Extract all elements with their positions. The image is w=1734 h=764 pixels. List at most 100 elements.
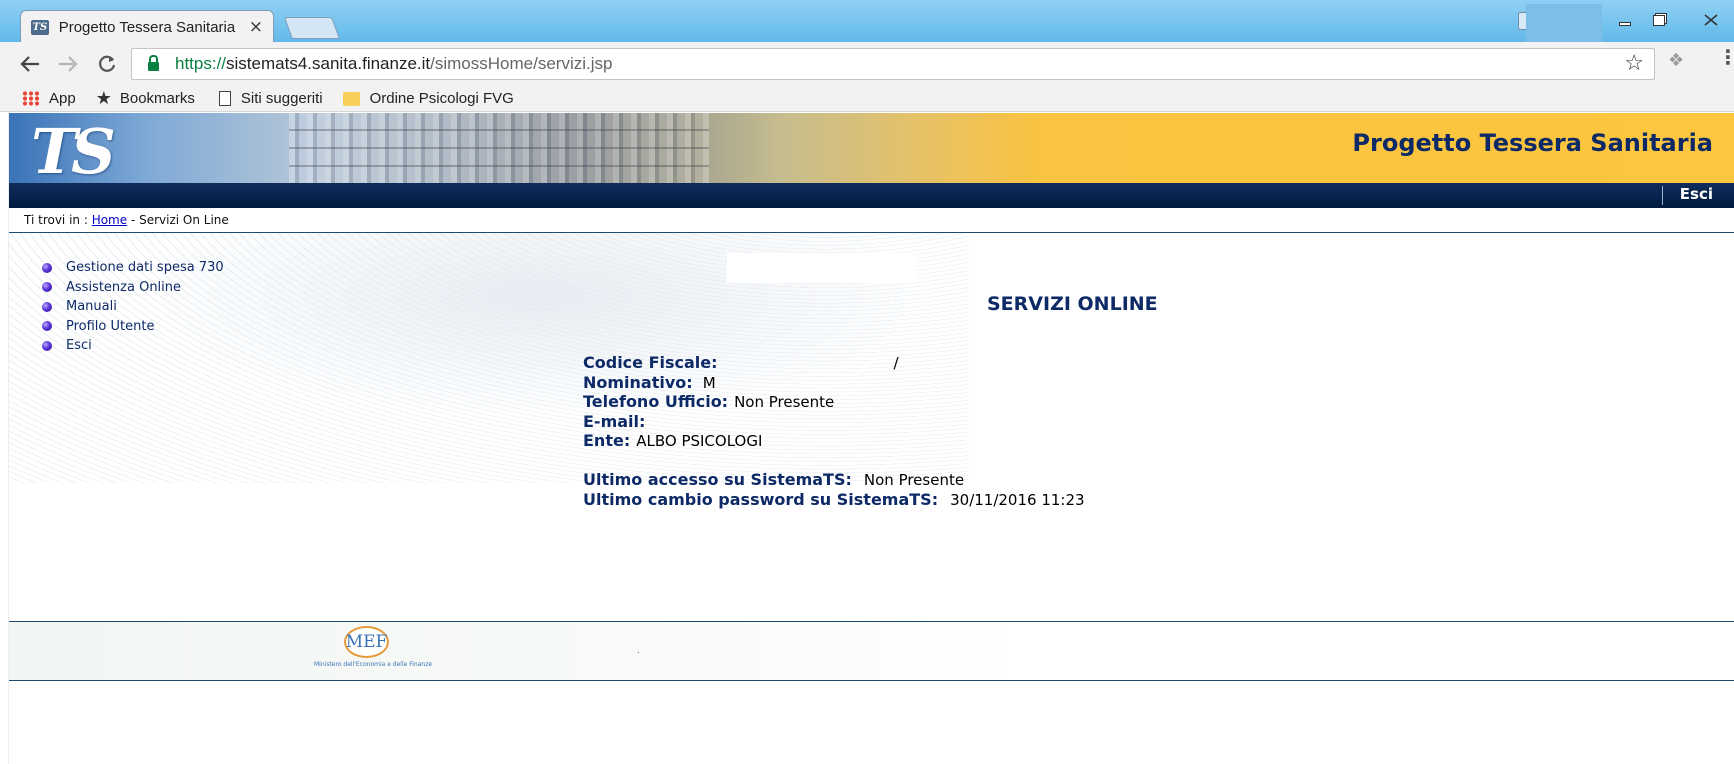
field-label: Ultimo accesso su SistemaTS:	[583, 469, 852, 489]
field-ente: Ente: ALBO PSICOLOGI	[583, 431, 1085, 451]
site-banner: TS Progetto Tessera Sanitaria	[9, 113, 1734, 183]
field-value: Non Presente	[863, 470, 965, 489]
url-text: https://sistemats4.sanita.finanze.it/sim…	[175, 54, 612, 74]
tab-title: Progetto Tessera Sanitaria	[58, 18, 236, 36]
field-telefono: Telefono Ufficio: Non Presente	[583, 392, 1085, 412]
field-ultimo-cambio-password: Ultimo cambio password su SistemaTS: 30/…	[583, 490, 1085, 510]
sidebar-item-label: Esci	[66, 338, 92, 354]
sidebar-item-label: Manuali	[66, 299, 117, 315]
forward-button[interactable]	[54, 50, 82, 78]
ts-logo[interactable]: TS	[31, 115, 116, 183]
close-icon[interactable]: ×	[249, 17, 263, 37]
browser-toolbar: https://sistemats4.sanita.finanze.it/sim…	[0, 42, 1734, 86]
menu-kebab-icon[interactable]: ⋮	[1718, 47, 1734, 67]
field-nominativo: Nominativo: M	[583, 373, 1085, 393]
field-ultimo-accesso: Ultimo accesso su SistemaTS: Non Present…	[583, 470, 1085, 490]
bullet-icon	[42, 301, 52, 312]
field-email: E-mail:	[583, 412, 1085, 432]
page-title: SERVIZI ONLINE	[987, 293, 1158, 315]
sidebar-item-label: Profilo Utente	[66, 318, 155, 334]
window-close-icon	[1704, 14, 1718, 26]
bookmark-ordine-psicologi[interactable]: Ordine Psicologi FVG	[342, 90, 514, 107]
bookmark-bookmarks[interactable]: ★ Bookmarks	[96, 88, 195, 109]
footer	[9, 622, 1027, 680]
browser-tab[interactable]: TS Progetto Tessera Sanitaria ×	[20, 10, 274, 43]
site-navbar: Esci	[9, 183, 1734, 208]
bookmark-label: Bookmarks	[119, 90, 195, 107]
field-label: Telefono Ufficio:	[583, 392, 729, 412]
sidebar-item-esci[interactable]: Esci	[42, 336, 224, 356]
site-title: Progetto Tessera Sanitaria	[1352, 129, 1713, 157]
field-value: ALBO PSICOLOGI	[636, 432, 763, 451]
bookmark-apps[interactable]: App	[22, 90, 76, 107]
field-value: 30/11/2016 11:23	[950, 490, 1085, 509]
dropbox-icon[interactable]: ❖	[1668, 50, 1684, 71]
back-button[interactable]	[16, 50, 44, 78]
bullet-icon	[42, 262, 52, 273]
field-codice-fiscale: Codice Fiscale: /	[583, 353, 1085, 373]
minimize-icon	[1619, 22, 1631, 26]
window-close-button[interactable]	[1696, 10, 1726, 30]
breadcrumb-current: - Servizi On Line	[127, 213, 229, 227]
url-scheme: https://	[175, 54, 227, 73]
field-label: Ultimo cambio password su SistemaTS:	[583, 489, 939, 509]
sidebar-item-label: Assistenza Online	[66, 279, 182, 295]
field-value-tail: /	[893, 354, 899, 372]
bookmark-label: Siti suggeriti	[240, 90, 323, 107]
mef-logo[interactable]: MEF	[344, 626, 389, 658]
field-label: Nominativo:	[583, 372, 693, 392]
star-icon: ★	[95, 88, 112, 108]
new-tab-button[interactable]	[283, 17, 341, 39]
profile-area	[1526, 4, 1602, 44]
sidebar-menu: Gestione dati spesa 730 Assistenza Onlin…	[42, 258, 224, 356]
redaction-box	[727, 253, 917, 283]
url-host: sistemats4.sanita.finanze.it	[226, 54, 431, 73]
sidebar-item-label: Gestione dati spesa 730	[66, 260, 224, 276]
sidebar-item-profilo[interactable]: Profilo Utente	[42, 317, 224, 337]
field-value: Non Presente	[734, 393, 835, 412]
field-label: Ente:	[583, 431, 631, 451]
field-label: E-mail:	[583, 411, 646, 431]
field-value: M	[702, 373, 716, 392]
reload-icon	[99, 55, 116, 72]
footer-dot: .	[637, 646, 640, 655]
user-info-panel: Codice Fiscale: / Nominativo: M Telefono…	[583, 353, 1085, 509]
logout-link[interactable]: Esci	[1680, 185, 1713, 203]
bullet-icon	[42, 282, 52, 293]
page-icon	[218, 91, 231, 106]
browser-window: TS Progetto Tessera Sanitaria × https://…	[0, 0, 1734, 764]
address-bar[interactable]: https://sistemats4.sanita.finanze.it/sim…	[131, 48, 1655, 80]
bookmarks-bar: App ★ Bookmarks Siti suggeriti Ordine Ps…	[0, 86, 1734, 112]
mef-caption: Ministero dell'Economia e delle Finanze	[314, 661, 433, 668]
minimize-button[interactable]	[1610, 10, 1640, 30]
folder-icon	[342, 91, 360, 106]
lock-icon	[148, 55, 159, 71]
breadcrumb-prefix: Ti trovi in :	[24, 213, 92, 227]
ts-favicon-icon: TS	[31, 19, 49, 35]
tab-strip: TS Progetto Tessera Sanitaria ×	[0, 0, 1734, 44]
arrow-left-icon	[20, 56, 39, 72]
sidebar-item-gestione-spesa[interactable]: Gestione dati spesa 730	[42, 258, 224, 278]
bookmark-label: Ordine Psicologi FVG	[369, 90, 514, 107]
bookmark-siti-suggeriti[interactable]: Siti suggeriti	[215, 90, 323, 107]
arrow-right-icon	[59, 56, 78, 72]
bullet-icon	[42, 340, 52, 351]
apps-icon	[22, 91, 39, 106]
reload-button[interactable]	[93, 50, 121, 78]
sidebar-item-manuali[interactable]: Manuali	[42, 297, 224, 317]
navbar-divider	[1662, 186, 1663, 205]
bullet-icon	[42, 321, 52, 332]
restore-icon	[1653, 14, 1665, 26]
breadcrumb: Ti trovi in : Home - Servizi On Line	[24, 213, 229, 227]
footer-divider-bottom	[9, 680, 1734, 681]
bookmark-label: App	[49, 90, 76, 107]
bookmark-star-icon[interactable]: ☆	[1624, 51, 1644, 76]
restore-button[interactable]	[1644, 10, 1674, 30]
sidebar-item-assistenza[interactable]: Assistenza Online	[42, 278, 224, 298]
web-page: TS Progetto Tessera Sanitaria Esci Ti tr…	[8, 113, 1734, 764]
url-path: /simossHome/servizi.jsp	[430, 54, 613, 73]
pharmacy-photo-shelves	[289, 113, 709, 183]
field-label: Codice Fiscale:	[583, 353, 718, 372]
breadcrumb-home-link[interactable]: Home	[92, 213, 127, 227]
